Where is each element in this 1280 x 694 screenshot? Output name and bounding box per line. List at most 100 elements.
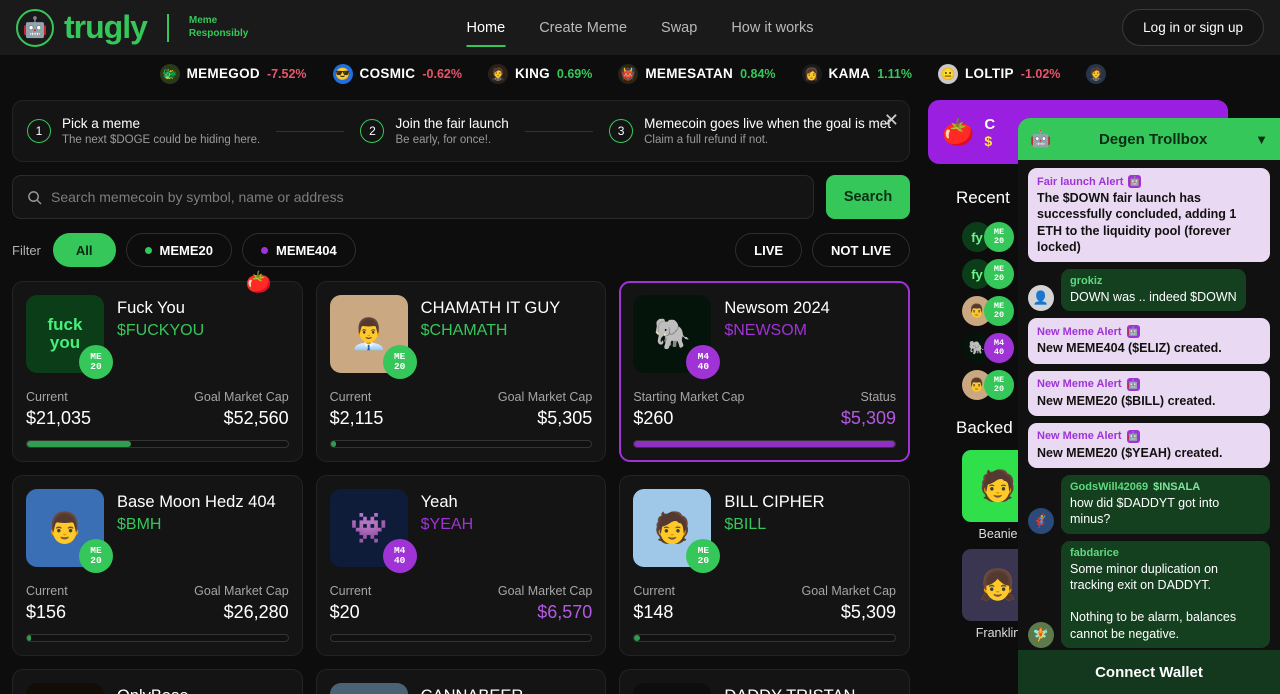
trollbox-alert-message: New Meme Alert 🤖 New MEME20 ($BILL) crea… <box>1028 371 1270 416</box>
robot-head-icon: 🤖 <box>23 18 48 38</box>
stat-value: $21,035 <box>26 408 91 429</box>
username[interactable]: fabdarice <box>1070 547 1119 559</box>
ticker-item[interactable]: 🤵 KING 0.69% <box>488 64 592 84</box>
step-title: Join the fair launch <box>395 116 508 131</box>
main-nav: Home Create Meme Swap How it works <box>467 0 814 55</box>
close-icon[interactable]: ✕ <box>884 111 899 129</box>
card-stat-left: Current $148 <box>633 584 675 623</box>
card-thumb-wrap: 👨 ME 20 <box>26 489 104 567</box>
nav-item-how-it-works[interactable]: How it works <box>731 0 813 55</box>
memecoin-card[interactable]: 🌀 ME 20 CANNABEER <box>316 669 607 694</box>
nav-item-swap[interactable]: Swap <box>661 0 697 55</box>
username[interactable]: grokiz <box>1070 275 1102 287</box>
username[interactable]: GodsWill42069 <box>1070 481 1148 493</box>
progress-bar <box>26 634 289 642</box>
degen-trollbox-panel: 🤖 Degen Trollbox ▼ Fair launch Alert 🤖 T… <box>1018 118 1280 694</box>
badge-line2: 20 <box>394 362 405 372</box>
filter-chip-meme20[interactable]: MEME20 <box>126 233 232 267</box>
stat-value: $148 <box>633 602 675 623</box>
recent-type-badge: M4 40 <box>984 333 1014 363</box>
message-body: Some minor duplication on tracking exit … <box>1070 561 1261 642</box>
search-button[interactable]: Search <box>826 175 910 219</box>
robot-icon: 🤖 <box>1127 325 1140 338</box>
card-type-badge: M4 40 <box>686 345 720 379</box>
ticker-change: -0.62% <box>422 67 462 81</box>
trollbox-header[interactable]: 🤖 Degen Trollbox ▼ <box>1018 118 1280 160</box>
stat-value: $5,309 <box>841 408 896 429</box>
card-thumb-wrap: 🧑 ME 20 <box>633 489 711 567</box>
ticker-item[interactable]: 🐲 MEMEGOD -7.52% <box>160 64 307 84</box>
card-header: 🍾 ME 20 DADDY TRISTAN <box>633 683 896 694</box>
card-thumbnail-glyph: 👾 <box>350 511 387 546</box>
memecoin-card[interactable]: 🧑 ME 20 BILL CIPHER $BILL Current $148 G… <box>619 475 910 656</box>
memecoin-card[interactable]: 👨‍💼 ME 20 CHAMATH IT GUY $CHAMATH Curren… <box>316 281 607 462</box>
nav-item-create-meme[interactable]: Create Meme <box>539 0 627 55</box>
memecoin-card[interactable]: 👾 M4 40 Yeah $YEAH Current $20 Goal Mark… <box>316 475 607 656</box>
avatar: 🧚 <box>1028 622 1054 648</box>
card-symbol: $NEWSOM <box>724 322 829 340</box>
card-stat-left: Current $21,035 <box>26 390 91 429</box>
alert-label: New Meme Alert <box>1037 326 1122 338</box>
onboarding-step-1: 1 Pick a meme The next $DOGE could be hi… <box>27 116 260 146</box>
login-signup-button[interactable]: Log in or sign up <box>1122 9 1264 46</box>
ticker-item[interactable]: 😐 LOLTIP -1.02% <box>938 64 1060 84</box>
card-header: 👾 M4 40 Yeah $YEAH <box>330 489 593 567</box>
progress-bar-fill <box>331 441 336 447</box>
robot-icon: 🤖 <box>1128 175 1141 188</box>
progress-bar <box>330 440 593 448</box>
ticker-item[interactable]: 👩 KAMA 1.11% <box>802 64 912 84</box>
stat-label: Goal Market Cap <box>498 584 592 598</box>
search-box[interactable] <box>12 175 814 219</box>
memecoin-card[interactable]: 🕊 ME 20 OnlyBase <box>12 669 303 694</box>
trollbox-user-message: 🧚 fabdarice Some minor duplication on tr… <box>1028 541 1270 648</box>
recent-type-badge: ME 20 <box>984 296 1014 326</box>
memecoin-card[interactable]: 👨 ME 20 Base Moon Hedz 404 $BMH Current … <box>12 475 303 656</box>
card-stat-left: Current $156 <box>26 584 68 623</box>
top-header: 🤖 trugly Meme Responsibly Home Create Mem… <box>0 0 1280 55</box>
connect-wallet-button[interactable]: Connect Wallet <box>1018 650 1280 694</box>
token-avatar: 🐲 <box>160 64 180 84</box>
progress-bar <box>26 440 289 448</box>
alert-header: New Meme Alert 🤖 <box>1037 325 1261 338</box>
stat-label: Current <box>330 390 384 404</box>
memecoin-card[interactable]: 🍾 ME 20 DADDY TRISTAN <box>619 669 910 694</box>
step-subtitle: Be early, for once!. <box>395 134 508 146</box>
stat-label: Current <box>330 584 372 598</box>
promo-subtitle: $ <box>984 133 995 149</box>
card-symbol: $CHAMATH <box>421 322 561 340</box>
filter-chip-all[interactable]: All <box>53 233 116 267</box>
card-type-badge: ME 20 <box>686 539 720 573</box>
step-title: Pick a meme <box>62 116 260 131</box>
ticker-item[interactable]: 🤵 <box>1086 64 1120 84</box>
nav-item-home[interactable]: Home <box>467 0 506 55</box>
ticker-change: 1.11% <box>877 67 912 81</box>
ticker-item[interactable]: 👹 MEMESATAN 0.84% <box>618 64 775 84</box>
card-stats: Starting Market Cap $260 Status $5,309 <box>633 390 896 429</box>
stat-value: $260 <box>633 408 744 429</box>
card-thumb-wrap: fuckyou ME 20 <box>26 295 104 373</box>
progress-bar <box>330 634 593 642</box>
badge-line2: 20 <box>90 362 101 372</box>
ticker-item[interactable]: 😎 COSMIC -0.62% <box>333 64 462 84</box>
stat-value: $5,309 <box>802 602 896 623</box>
memecoin-card[interactable]: 🐘 M4 40 Newsom 2024 $NEWSOM Starting Mar… <box>619 281 910 462</box>
message-bubble: GodsWill42069 $INSALA how did $DADDYT go… <box>1061 475 1270 534</box>
card-stat-right: Goal Market Cap $26,280 <box>194 584 288 623</box>
card-thumb-wrap: 👾 M4 40 <box>330 489 408 567</box>
filter-chip-live[interactable]: LIVE <box>735 233 802 267</box>
stat-value: $26,280 <box>194 602 288 623</box>
memecoin-card[interactable]: 🍅 fuckyou ME 20 Fuck You $FUCKYOU Curren… <box>12 281 303 462</box>
card-header: 🕊 ME 20 OnlyBase <box>26 683 289 694</box>
search-row: Search <box>12 175 910 219</box>
search-input[interactable] <box>51 189 799 205</box>
alert-header: New Meme Alert 🤖 <box>1037 430 1261 443</box>
card-stat-right: Status $5,309 <box>841 390 896 429</box>
card-thumbnail: 🌀 <box>330 683 408 694</box>
alert-header: New Meme Alert 🤖 <box>1037 378 1261 391</box>
filter-chip-meme404[interactable]: MEME404 <box>242 233 356 267</box>
stat-label: Current <box>26 584 68 598</box>
brand-logo[interactable]: 🤖 trugly Meme Responsibly <box>16 9 248 47</box>
trollbox-messages[interactable]: Fair launch Alert 🤖 The $DOWN fair launc… <box>1018 160 1280 650</box>
filter-chip-not-live[interactable]: NOT LIVE <box>812 233 910 267</box>
chevron-down-icon[interactable]: ▼ <box>1255 132 1268 147</box>
